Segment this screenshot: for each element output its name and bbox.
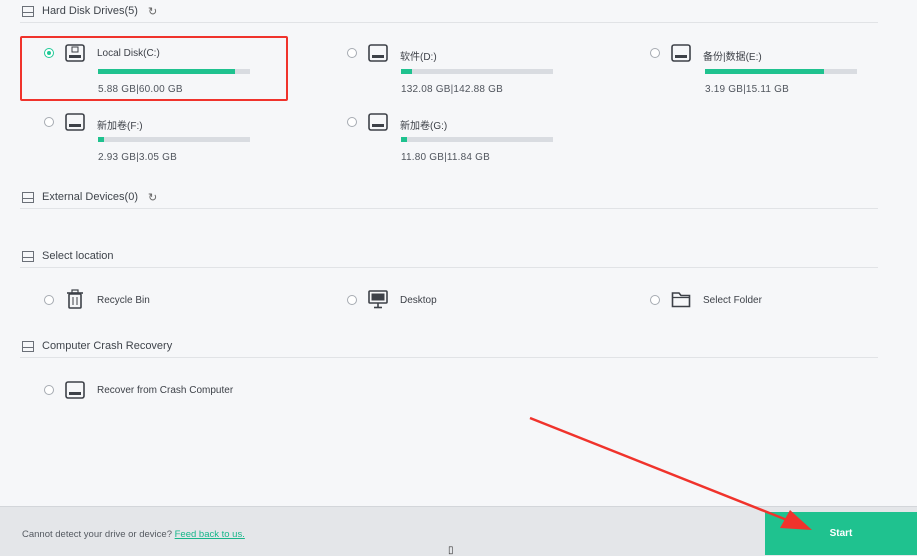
crash-recovery-label[interactable]: Recover from Crash Computer (97, 385, 233, 396)
hard-disk-icon (22, 191, 34, 203)
drive-icon (65, 381, 85, 399)
trash-icon (67, 289, 83, 309)
radio-select-folder[interactable] (650, 295, 660, 305)
section-title: Hard Disk Drives(5) (42, 5, 138, 17)
section-header-hard-disk-drives: Hard Disk Drives(5) ↻ (22, 2, 157, 20)
refresh-icon[interactable]: ↻ (148, 5, 157, 18)
monitor-icon (368, 290, 388, 309)
radio-drive-e[interactable] (650, 48, 660, 58)
radio-desktop[interactable] (347, 295, 357, 305)
section-header-crash-recovery: Computer Crash Recovery (22, 337, 172, 355)
radio-drive-g[interactable] (347, 117, 357, 127)
drive-label-f[interactable]: 新加卷(F:) (97, 117, 143, 132)
drive-size-d: 132.08 GB|142.88 GB (401, 84, 504, 95)
hard-disk-icon (22, 340, 34, 352)
usage-bar-e (705, 69, 857, 74)
start-button[interactable]: Start (765, 512, 917, 555)
feedback-link[interactable]: Feed back to us. (175, 529, 245, 540)
highlight-annotation (20, 36, 288, 101)
section-header-external-devices: External Devices(0) ↻ (22, 188, 157, 206)
section-header-select-location: Select location (22, 247, 114, 265)
location-label-desktop[interactable]: Desktop (400, 295, 437, 306)
usage-fill-e (705, 69, 824, 74)
usage-bar-g (401, 137, 553, 142)
drive-label-g[interactable]: 新加卷(G:) (400, 117, 447, 132)
divider (20, 357, 878, 358)
section-title: Computer Crash Recovery (42, 340, 173, 352)
cursor-icon: ▯ (448, 545, 454, 556)
radio-crash-recovery[interactable] (44, 385, 54, 395)
drive-size-e: 3.19 GB|15.11 GB (705, 84, 789, 95)
radio-drive-f[interactable] (44, 117, 54, 127)
section-title: Select location (42, 250, 114, 262)
usage-fill-d (401, 69, 412, 74)
usage-fill-f (98, 137, 105, 142)
folder-icon (671, 292, 691, 308)
usage-bar-d (401, 69, 553, 74)
location-label-recycle-bin[interactable]: Recycle Bin (97, 295, 150, 306)
drive-icon (65, 113, 85, 131)
usage-fill-g (401, 137, 408, 142)
hard-disk-icon (22, 250, 34, 262)
drive-size-f: 2.93 GB|3.05 GB (98, 152, 177, 163)
radio-recycle-bin[interactable] (44, 295, 54, 305)
drive-icon (368, 44, 388, 62)
drive-label-d[interactable]: 软件(D:) (400, 48, 437, 63)
drive-size-g: 11.80 GB|11.84 GB (401, 152, 491, 163)
footer-text: Cannot detect your drive or device? Feed… (22, 529, 245, 540)
drive-icon (368, 113, 388, 131)
drive-icon (671, 44, 691, 62)
refresh-icon[interactable]: ↻ (148, 191, 157, 204)
usage-bar-f (98, 137, 250, 142)
divider (20, 267, 878, 268)
footer-message: Cannot detect your drive or device? (22, 529, 172, 540)
divider (20, 208, 878, 209)
hard-disk-icon (22, 5, 34, 17)
radio-drive-d[interactable] (347, 48, 357, 58)
drive-label-e[interactable]: 备份|数据(E:) (703, 48, 762, 63)
divider (20, 22, 878, 23)
location-label-select-folder[interactable]: Select Folder (703, 295, 762, 306)
section-title: External Devices(0) (42, 191, 138, 203)
